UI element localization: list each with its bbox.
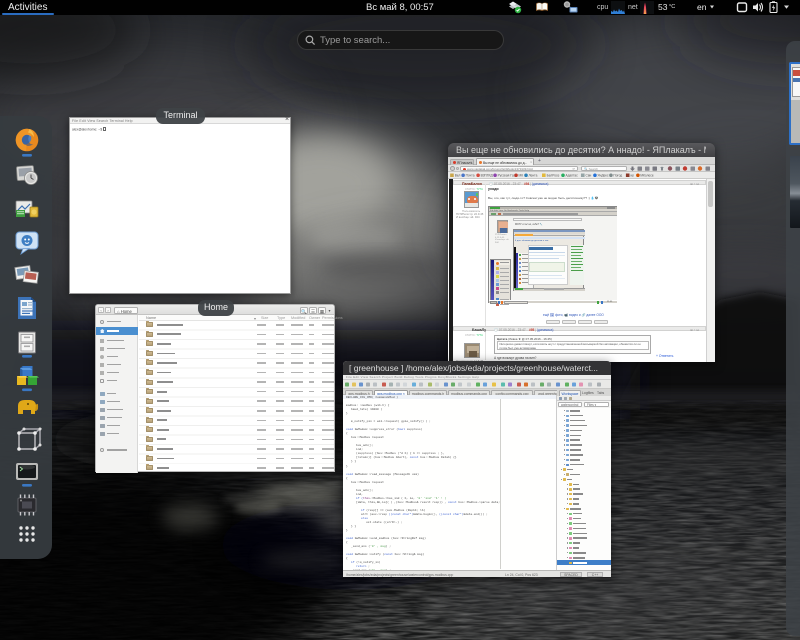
svg-text:53: 53 <box>658 2 668 12</box>
svg-text:МКолесе: МКолесе <box>640 173 653 177</box>
svg-text:ир: ир <box>630 173 634 177</box>
svg-text:БелРосе: БелРосе <box>547 173 560 177</box>
svg-text:cpu: cpu <box>597 4 608 11</box>
svg-text:ЯнДекс: ЯнДекс <box>597 173 608 177</box>
svg-text:Адаптас: Адаптас <box>565 173 578 177</box>
svg-text:Вел: Вел <box>455 173 461 177</box>
svg-text:МК: МК <box>519 173 524 177</box>
svg-text:Погод: Погод <box>613 173 622 177</box>
svg-text:Сви: Сви <box>586 173 592 177</box>
svg-text:Русская Газ: Русская Газ <box>498 173 516 177</box>
svg-text:ВЗГЛЯД: ВЗГЛЯД <box>481 173 494 177</box>
svg-text:net: net <box>628 4 638 11</box>
svg-text:en: en <box>697 2 707 12</box>
svg-text:°C: °C <box>669 4 675 10</box>
svg-text:Лента: Лента <box>529 173 538 177</box>
svg-text:Почта: Почта <box>466 173 475 177</box>
